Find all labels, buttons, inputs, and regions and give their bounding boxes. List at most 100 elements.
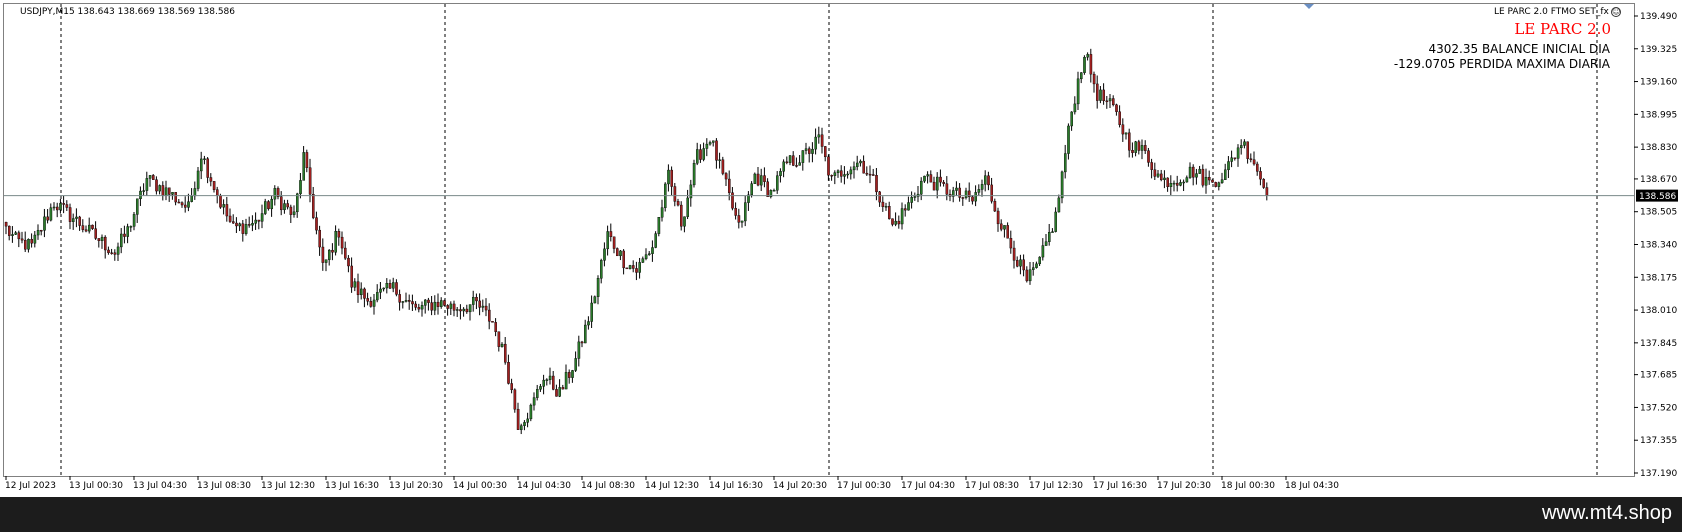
candle-bull	[1051, 231, 1054, 233]
candle-bear	[1115, 104, 1118, 112]
candle-bull	[811, 148, 814, 154]
candle-bear	[891, 218, 894, 225]
candle-bull	[1179, 182, 1182, 186]
candle-bear	[4, 221, 8, 227]
candle-bull	[900, 208, 904, 225]
candle-bear	[1211, 179, 1214, 183]
smiley-face-icon[interactable]: ☺	[1611, 7, 1621, 17]
candle-bear	[1105, 100, 1109, 103]
candle-bull	[628, 265, 632, 269]
x-axis-tick-label: 14 Jul 20:30	[773, 481, 827, 491]
current-price-label: 138.586	[1639, 192, 1676, 202]
candle-bear	[267, 201, 270, 210]
candle-bull	[302, 152, 306, 181]
candle-bull	[980, 184, 984, 190]
candle-bear	[103, 236, 107, 251]
candle-bear	[286, 203, 290, 208]
candle-bear	[1147, 150, 1150, 163]
candle-bull	[260, 213, 264, 222]
candle-bull	[353, 281, 357, 288]
candle-bull	[539, 386, 542, 390]
candle-bear	[881, 201, 885, 207]
candle-bull	[187, 201, 190, 208]
candle-bull	[376, 292, 379, 301]
candle-bear	[174, 192, 178, 203]
candle-bear	[1016, 260, 1019, 267]
candle-bear	[987, 175, 990, 186]
candle-bull	[440, 300, 443, 307]
candle-bull	[526, 418, 529, 423]
candle-bull	[75, 216, 78, 219]
candle-bull	[846, 173, 849, 176]
candle-bull	[712, 140, 715, 143]
candle-bull	[1198, 168, 1201, 174]
candle-bull	[1185, 177, 1189, 183]
candle-bear	[862, 160, 865, 174]
candle-bear	[1207, 177, 1211, 181]
candle-bear	[724, 173, 728, 180]
candle-bear	[737, 215, 741, 223]
candle-bull	[926, 174, 929, 177]
candle-bull	[11, 234, 14, 236]
candle-bear	[1150, 162, 1153, 170]
candle-bear	[212, 181, 216, 190]
y-axis-tick-label: 139.325	[1640, 45, 1677, 55]
candle-bear	[337, 231, 341, 238]
candle-bull	[296, 193, 299, 213]
candle-bull	[584, 324, 587, 344]
candle-bull	[817, 134, 821, 138]
candle-bull	[385, 283, 389, 289]
candle-bull	[523, 422, 526, 426]
candle-bear	[827, 156, 830, 176]
candle-bull	[692, 163, 696, 186]
candle-bear	[795, 165, 798, 167]
candle-bear	[235, 222, 238, 227]
y-axis-tick-label: 138.995	[1640, 110, 1677, 120]
candle-bear	[1009, 238, 1013, 249]
candlestick-chart[interactable]: 139.490 139.325 139.160 138.995 138.830 138.6…	[0, 0, 1682, 497]
candle-bear	[897, 220, 901, 225]
candle-bull	[334, 231, 338, 253]
candle-bull	[1083, 57, 1086, 73]
candle-bull	[1063, 153, 1067, 173]
candle-bear	[436, 301, 440, 307]
candle-bear	[990, 184, 993, 202]
candle-bull	[1172, 182, 1176, 185]
candle-bull	[142, 190, 146, 192]
candle-bear	[840, 170, 843, 177]
y-axis-tick-label: 138.505	[1640, 208, 1677, 218]
candle-bull	[244, 224, 248, 234]
candle-bear	[1012, 247, 1016, 261]
candle-bear	[1121, 124, 1125, 135]
candle-bull	[814, 136, 817, 150]
candle-bear	[507, 362, 510, 384]
candle-bull	[667, 169, 670, 185]
candle-bear	[993, 200, 997, 212]
candle-bull	[1028, 269, 1032, 282]
expert-advisor-label[interactable]: LE PARC 2.0 FTMO SET_fx	[1494, 7, 1609, 17]
candle-bull	[1217, 182, 1221, 187]
candle-bull	[71, 218, 75, 222]
candle-bull	[1086, 54, 1089, 58]
candle-bear	[1233, 157, 1237, 159]
candle-bull	[190, 195, 194, 202]
candle-bear	[94, 228, 97, 239]
candle-bear	[475, 297, 478, 302]
candle-bull	[923, 175, 926, 182]
candle-bull	[532, 397, 536, 406]
candle-bull	[654, 233, 657, 248]
chart-window[interactable]: 139.490 139.325 139.160 138.995 138.830 138.6…	[0, 0, 1682, 497]
candle-bear	[1201, 168, 1205, 186]
y-axis-tick-label: 138.830	[1640, 143, 1677, 153]
candle-bear	[68, 207, 72, 222]
candle-bull	[238, 223, 242, 227]
candle-bull	[462, 308, 466, 312]
candle-bull	[760, 175, 763, 186]
candle-bull	[164, 187, 168, 196]
candle-bear	[939, 176, 942, 183]
candle-bear	[792, 155, 795, 166]
candle-bull	[27, 238, 30, 250]
candle-bear	[1131, 149, 1134, 153]
candle-bear	[478, 300, 482, 308]
candle-bear	[612, 236, 616, 249]
